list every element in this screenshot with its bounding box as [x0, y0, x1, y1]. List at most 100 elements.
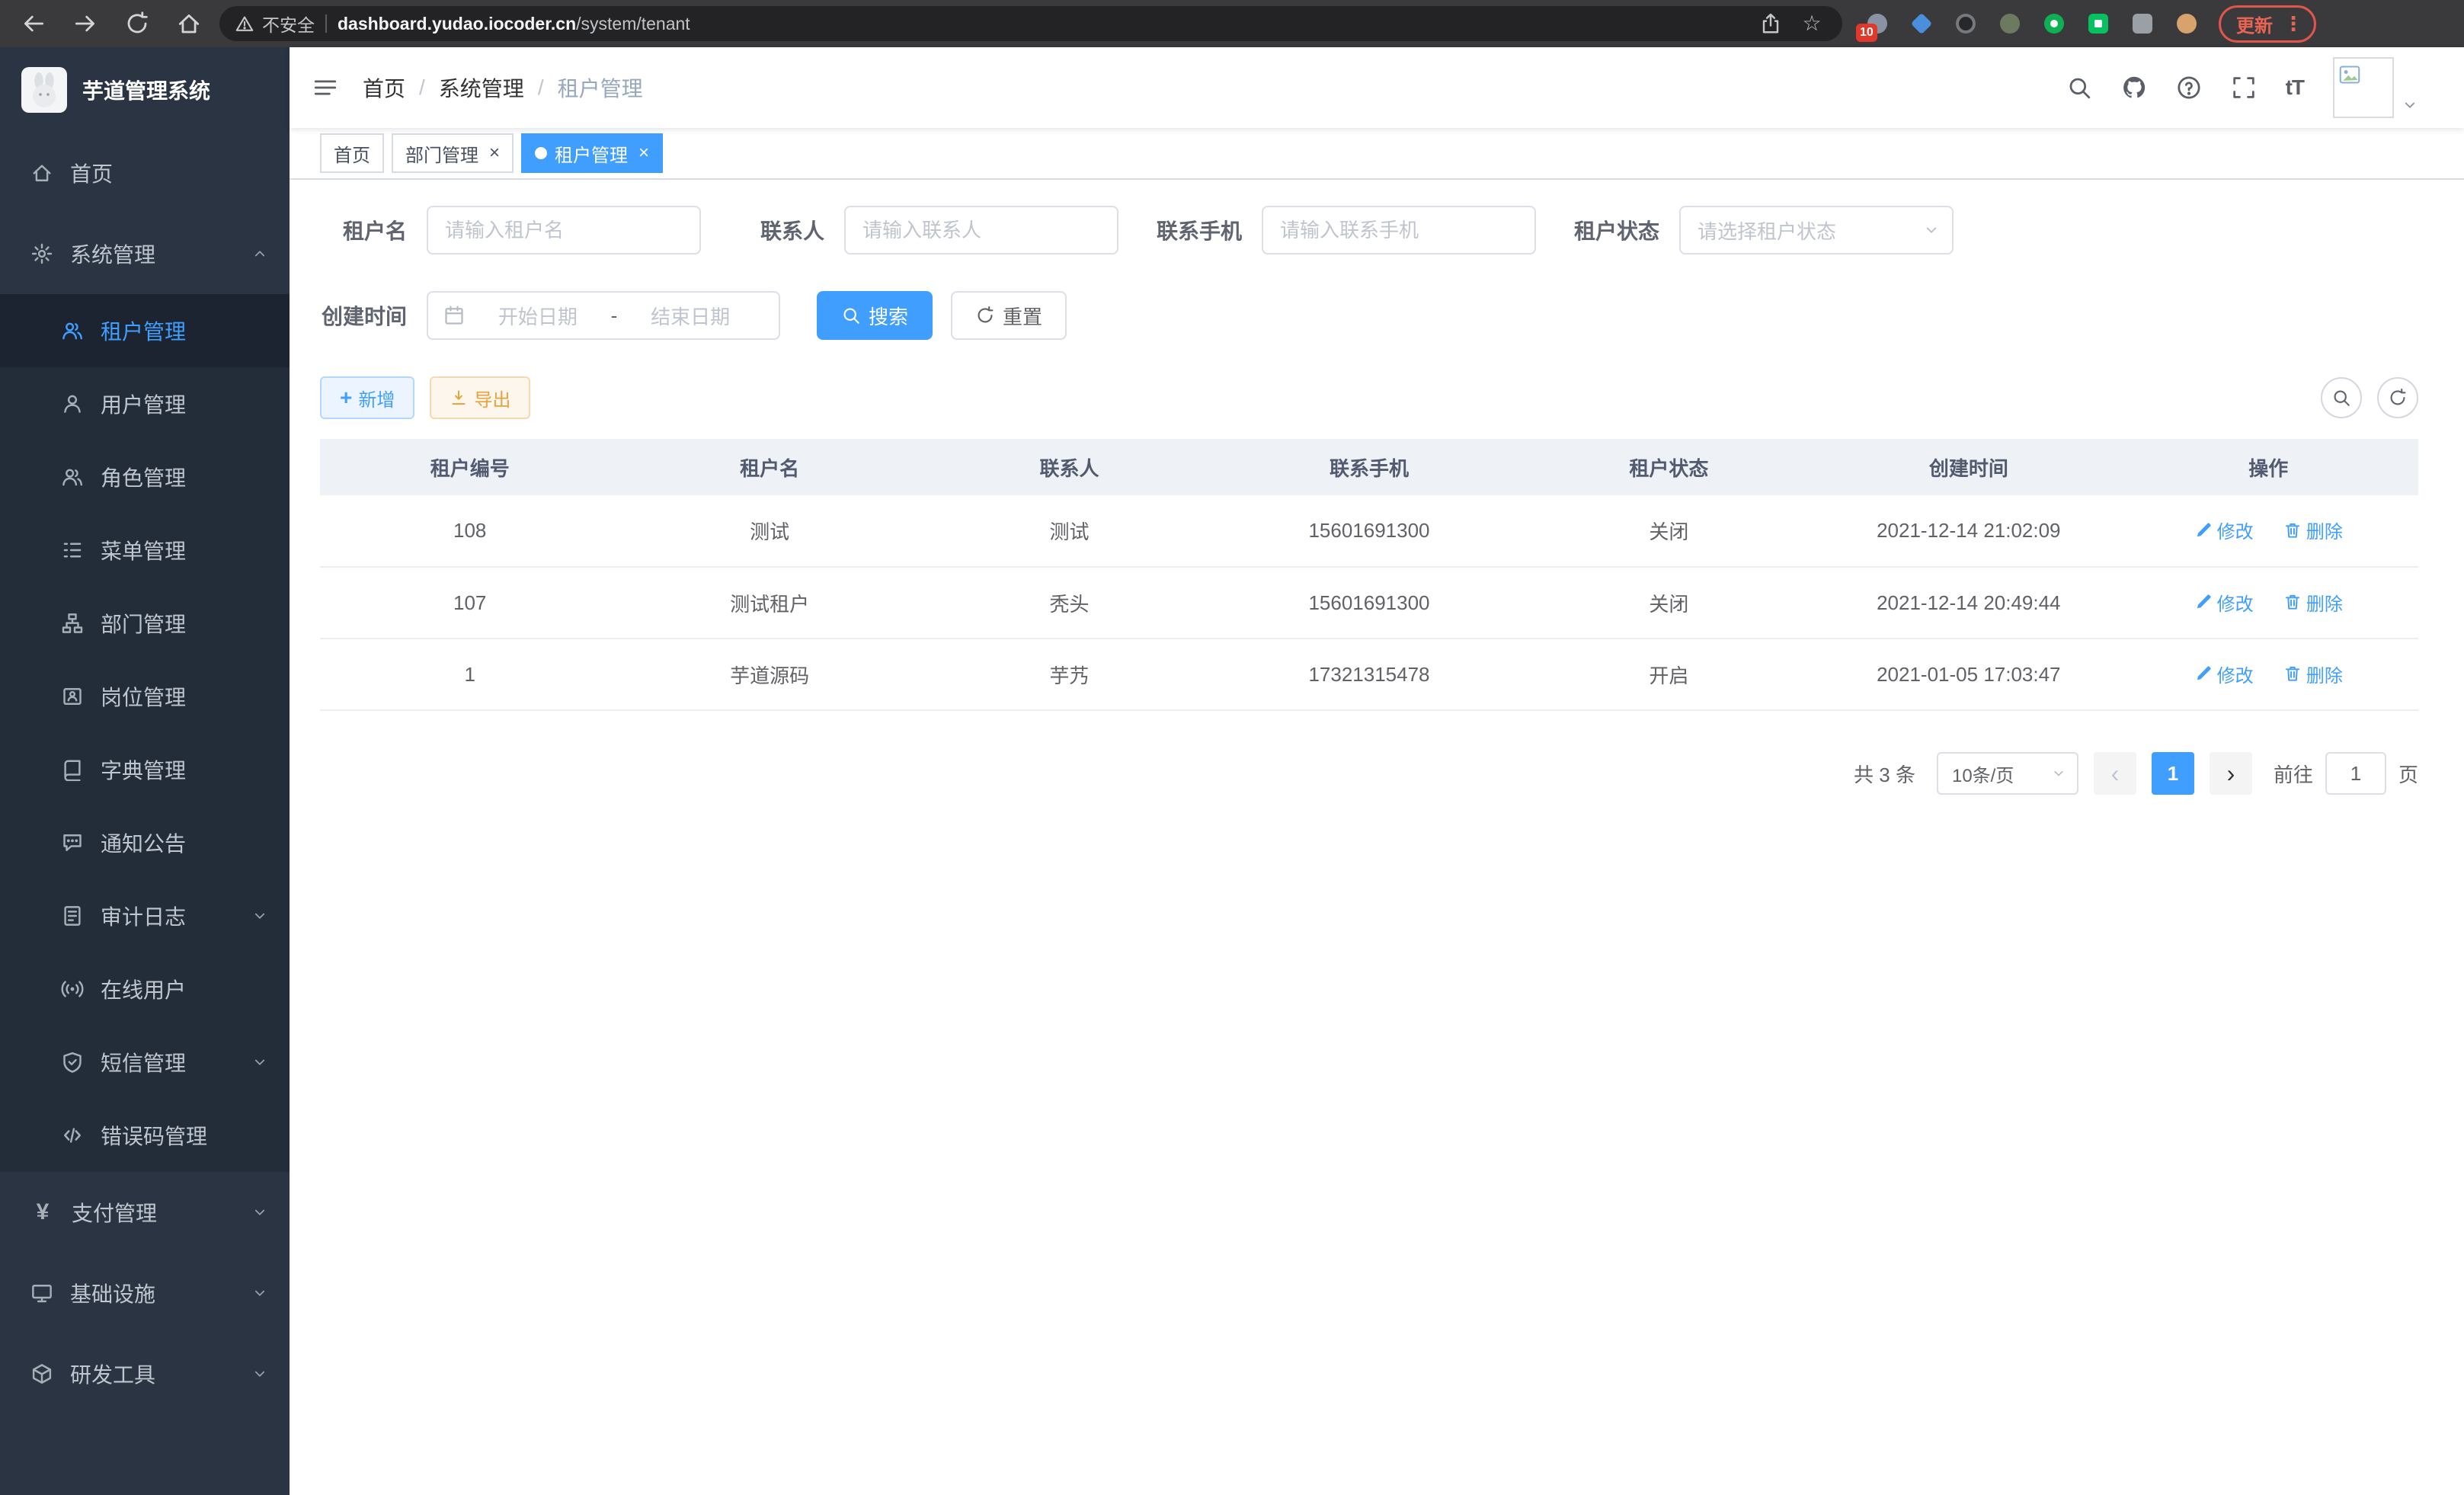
sidebar-item-error-code[interactable]: 错误码管理 [0, 1099, 290, 1172]
pencil-icon [2194, 521, 2213, 539]
extension-icon[interactable]: 10 [1864, 10, 1891, 37]
sidebar-item-system[interactable]: 系统管理 [0, 213, 290, 294]
start-date-placeholder: 开始日期 [465, 302, 611, 330]
edit-button[interactable]: 修改 [2194, 661, 2254, 687]
page-size-select[interactable]: 10条/页 [1937, 752, 2078, 795]
sidebar-item-menu[interactable]: 菜单管理 [0, 514, 290, 587]
url-domain: dashboard.yudao.iocoder.cn [338, 14, 576, 34]
org-tree-icon [61, 612, 84, 635]
row-actions: 修改 删除 [2119, 567, 2418, 639]
user-avatar-menu[interactable] [2333, 57, 2418, 118]
column-header: 联系人 [920, 439, 1219, 495]
update-label: 更新 [2236, 11, 2273, 37]
tab-dept[interactable]: 部门管理 × [392, 133, 514, 173]
sidebar-item-sms[interactable]: 短信管理 [0, 1026, 290, 1099]
sidebar-item-payment[interactable]: ¥ 支付管理 [0, 1172, 290, 1253]
filter-phone: 联系手机 [1155, 206, 1536, 255]
search-icon[interactable] [2066, 75, 2092, 101]
row-actions: 修改 删除 [2119, 639, 2418, 710]
edit-button[interactable]: 修改 [2194, 517, 2254, 543]
sidebar-menu: 首页 系统管理 租户管理 用户管理 角色管理 [0, 133, 290, 1414]
chevron-up-icon [251, 245, 268, 262]
export-button[interactable]: 导出 [430, 376, 530, 419]
app-logo[interactable]: 芋道管理系统 [0, 47, 290, 133]
plus-icon: + [340, 387, 352, 408]
sidebar-item-online-user[interactable]: 在线用户 [0, 952, 290, 1026]
status-text: 关闭 [1519, 495, 1819, 567]
delete-button[interactable]: 删除 [2283, 589, 2343, 616]
extension-icon[interactable] [2085, 10, 2112, 37]
tab-home[interactable]: 首页 [320, 133, 384, 173]
extension-icon[interactable] [1996, 10, 2024, 37]
delete-button[interactable]: 删除 [2283, 661, 2343, 687]
close-icon[interactable]: × [638, 144, 649, 162]
avatar[interactable] [2333, 57, 2394, 118]
extension-icon[interactable] [2129, 10, 2156, 37]
contact-input[interactable] [844, 206, 1118, 255]
status-text: 开启 [1519, 639, 1819, 710]
date-range-picker[interactable]: 开始日期 - 结束日期 [427, 291, 780, 340]
chevron-down-icon [251, 1204, 268, 1221]
extension-icon[interactable] [2040, 10, 2068, 37]
browser-menu-icon[interactable]: ⋮ [2283, 14, 2303, 34]
page-number-button[interactable]: 1 [2152, 752, 2194, 795]
delete-button[interactable]: 删除 [2283, 517, 2343, 543]
prev-page-button[interactable]: ‹ [2094, 752, 2136, 795]
sidebar-item-notice[interactable]: 通知公告 [0, 806, 290, 879]
sidebar-item-home[interactable]: 首页 [0, 133, 290, 213]
bookmark-star-icon[interactable]: ☆ [1797, 13, 1827, 34]
github-icon[interactable] [2121, 75, 2147, 101]
user-icon [61, 392, 84, 415]
sidebar-item-post[interactable]: 岗位管理 [0, 660, 290, 733]
refresh-icon [2388, 388, 2408, 408]
phone-input[interactable] [1262, 206, 1536, 255]
sidebar-item-user[interactable]: 用户管理 [0, 367, 290, 440]
extension-icon[interactable] [1908, 10, 1935, 37]
status-select[interactable]: 请选择租户状态 [1679, 206, 1954, 255]
browser-home-icon[interactable] [171, 5, 207, 42]
sidebar-item-tenant[interactable]: 租户管理 [0, 294, 290, 367]
font-size-icon[interactable]: tT [2286, 75, 2304, 100]
sidebar-item-audit-log[interactable]: 审计日志 [0, 879, 290, 952]
extension-icon[interactable] [1952, 10, 1979, 37]
column-header: 创建时间 [1819, 439, 2118, 495]
breadcrumb: 首页 / 系统管理 / 租户管理 [363, 72, 643, 103]
refresh-table-button[interactable] [2377, 377, 2418, 418]
breadcrumb-system[interactable]: 系统管理 [439, 72, 524, 103]
sidebar-item-role[interactable]: 角色管理 [0, 440, 290, 514]
browser-chrome: 不安全 dashboard.yudao.iocoder.cn/system/te… [0, 0, 2464, 47]
filter-row: 租户名 联系人 联系手机 租户状态 请选择租户状态 [320, 206, 2418, 255]
browser-update-button[interactable]: 更新 ⋮ [2219, 5, 2316, 43]
search-icon [2331, 388, 2351, 408]
profile-avatar[interactable] [2173, 10, 2200, 37]
tab-tenant[interactable]: 租户管理 × [521, 133, 663, 173]
help-icon[interactable] [2176, 75, 2202, 101]
extension-glyph [2044, 14, 2064, 34]
sidebar-item-dict[interactable]: 字典管理 [0, 733, 290, 806]
sidebar-item-infrastructure[interactable]: 基础设施 [0, 1253, 290, 1333]
toggle-search-button[interactable] [2321, 377, 2362, 418]
close-icon[interactable]: × [489, 144, 500, 162]
top-navbar: 首页 / 系统管理 / 租户管理 tT [290, 47, 2464, 128]
row-actions: 修改 删除 [2119, 495, 2418, 567]
sidebar-item-dept[interactable]: 部门管理 [0, 587, 290, 660]
share-icon[interactable] [1755, 12, 1786, 35]
back-icon[interactable] [15, 5, 52, 42]
warning-icon [235, 14, 254, 34]
next-page-button[interactable]: › [2210, 752, 2252, 795]
security-indicator[interactable]: 不安全 [235, 11, 315, 37]
sidebar-toggle-icon[interactable] [312, 75, 338, 101]
reset-button[interactable]: 重置 [951, 291, 1067, 340]
add-button[interactable]: + 新增 [320, 376, 414, 419]
goto-page-input[interactable] [2325, 752, 2386, 795]
forward-icon[interactable] [67, 5, 104, 42]
fullscreen-icon[interactable] [2231, 75, 2257, 101]
total-count: 共 3 条 [1854, 760, 1915, 788]
sidebar-item-devtools[interactable]: 研发工具 [0, 1333, 290, 1414]
url-bar[interactable]: 不安全 dashboard.yudao.iocoder.cn/system/te… [219, 6, 1842, 41]
reload-icon[interactable] [119, 5, 155, 42]
search-button[interactable]: 搜索 [817, 291, 933, 340]
breadcrumb-home[interactable]: 首页 [363, 72, 405, 103]
edit-button[interactable]: 修改 [2194, 589, 2254, 616]
tenant-name-input[interactable] [427, 206, 701, 255]
